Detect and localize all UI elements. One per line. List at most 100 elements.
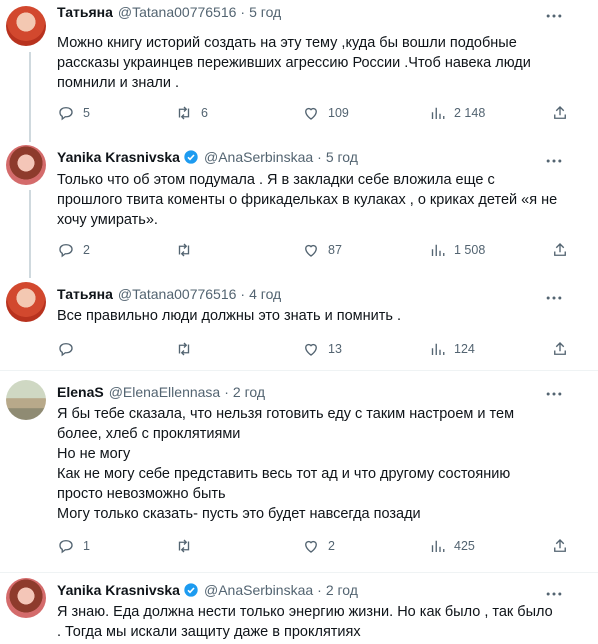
view-count: 425	[454, 539, 475, 553]
view-count: 2 148	[454, 106, 486, 120]
share-icon	[554, 342, 566, 355]
reply-icon	[59, 343, 73, 357]
verified-badge-icon	[184, 583, 198, 597]
author-name[interactable]: Татьяна	[57, 286, 113, 302]
heart-icon	[305, 540, 317, 553]
retweet-button[interactable]	[175, 537, 201, 555]
retweet-count: 6	[201, 106, 208, 120]
author-name[interactable]: Татьяна	[57, 4, 113, 20]
tweet[interactable]: ElenaS @ElenaEllennasa · 2 год Я бы тебе…	[0, 378, 598, 568]
tweet[interactable]: Татьяна @Tatana00776516 · 5 год Можно кн…	[0, 0, 598, 140]
like-button[interactable]: 87	[302, 241, 342, 259]
like-button[interactable]: 2	[302, 537, 335, 555]
share-button[interactable]	[551, 537, 577, 555]
tweet-text-line: Как не могу себе представить весь тот ад…	[57, 466, 511, 482]
tweet-header: Татьяна @Tatana00776516 · 5 год	[57, 4, 281, 20]
tweet-text-line: Но не могу	[57, 446, 131, 462]
views-button[interactable]: 124	[428, 340, 475, 358]
analytics-icon	[431, 107, 445, 119]
like-button[interactable]: 109	[302, 104, 349, 122]
timestamp[interactable]: 4 год	[249, 286, 281, 302]
retweet-icon	[178, 342, 190, 356]
timestamp[interactable]: 2 год	[233, 384, 265, 400]
tweet-actions: 1 2 425	[57, 537, 577, 557]
heart-icon	[305, 107, 317, 120]
verified-badge-icon	[184, 150, 198, 164]
share-icon	[554, 106, 566, 119]
timestamp[interactable]: 2 год	[326, 582, 358, 598]
avatar[interactable]	[6, 145, 46, 185]
reply-count: 1	[83, 539, 90, 553]
share-button[interactable]	[551, 104, 577, 122]
tweet-divider	[0, 572, 598, 573]
tweet-header: Татьяна @Tatana00776516 · 4 год	[57, 286, 281, 302]
avatar[interactable]	[6, 282, 46, 322]
like-count: 87	[328, 243, 342, 257]
more-icon[interactable]	[544, 6, 564, 26]
tweet-header: Yanika Krasnivska @AnaSerbinskaa · 2 год	[57, 582, 358, 598]
tweet-text-line: Все правильно люди должны это знать и по…	[57, 308, 401, 324]
like-button[interactable]: 13	[302, 340, 342, 358]
tweet-text-line: Я знаю. Еда должна нести только энергию …	[57, 604, 553, 620]
analytics-icon	[431, 540, 445, 552]
more-icon[interactable]	[544, 288, 564, 308]
tweet-text-line: Могу только сказать- пусть это будет нав…	[57, 506, 421, 522]
tweet-header: ElenaS @ElenaEllennasa · 2 год	[57, 384, 265, 400]
view-count: 1 508	[454, 243, 486, 257]
heart-icon	[305, 343, 317, 356]
author-handle[interactable]: @AnaSerbinskaa	[204, 149, 313, 165]
separator-dot: ·	[240, 4, 246, 20]
tweet-text-line: прошлого твита коменты о фрикадельках в …	[57, 192, 558, 208]
reply-button[interactable]: 5	[57, 104, 90, 122]
timestamp[interactable]: 5 год	[249, 4, 281, 20]
retweet-icon	[178, 106, 190, 120]
reply-icon	[59, 244, 73, 258]
more-icon[interactable]	[544, 151, 564, 171]
tweet-divider	[0, 370, 598, 371]
retweet-icon	[178, 243, 190, 257]
tweet-text-line: просто невозможно быть	[57, 486, 226, 502]
reply-button[interactable]: 1	[57, 537, 90, 555]
reply-count: 5	[83, 106, 90, 120]
retweet-button[interactable]: 6	[175, 104, 208, 122]
reply-button[interactable]: 2	[57, 241, 90, 259]
author-name[interactable]: Yanika Krasnivska	[57, 149, 180, 165]
tweet-text: Можно книгу историй создать на эту тему …	[57, 33, 577, 93]
more-icon[interactable]	[544, 584, 564, 604]
author-handle[interactable]: @Tatana00776516	[118, 286, 237, 302]
tweet-actions: 5 6 109 2 148	[57, 104, 577, 124]
retweet-icon	[178, 539, 190, 553]
views-button[interactable]: 1 508	[428, 241, 485, 259]
timestamp[interactable]: 5 год	[326, 149, 358, 165]
tweet-actions: 13 124	[57, 340, 577, 360]
avatar[interactable]	[6, 6, 46, 46]
author-name[interactable]: Yanika Krasnivska	[57, 582, 180, 598]
tweet[interactable]: Yanika Krasnivska @AnaSerbinskaa · 5 год…	[0, 145, 598, 275]
author-handle[interactable]: @Tatana00776516	[118, 4, 237, 20]
tweet-text: Я знаю. Еда должна нести только энергию …	[57, 602, 577, 642]
avatar[interactable]	[6, 578, 46, 618]
separator-dot: ·	[317, 582, 322, 598]
share-button[interactable]	[551, 241, 577, 259]
tweet-text-line: Можно книгу историй создать на эту тему …	[57, 35, 517, 51]
reply-button[interactable]	[57, 340, 83, 358]
author-handle[interactable]: @ElenaEllennasa	[109, 384, 221, 400]
tweet-text: Только что об этом подумала . Я в заклад…	[57, 170, 577, 230]
retweet-button[interactable]	[175, 340, 201, 358]
tweet-text-line: . Тогда мы искали защиту даже в прокляти…	[57, 624, 361, 640]
more-icon[interactable]	[544, 384, 564, 404]
tweet[interactable]: Татьяна @Tatana00776516 · 4 год Все прав…	[0, 282, 598, 367]
share-button[interactable]	[551, 340, 577, 358]
author-name[interactable]: ElenaS	[57, 384, 104, 400]
avatar[interactable]	[6, 380, 46, 420]
views-button[interactable]: 425	[428, 537, 475, 555]
author-handle[interactable]: @AnaSerbinskaa	[204, 582, 313, 598]
retweet-button[interactable]	[175, 241, 201, 259]
like-count: 2	[328, 539, 335, 553]
share-icon	[554, 539, 566, 552]
tweet-header: Yanika Krasnivska @AnaSerbinskaa · 5 год	[57, 149, 358, 165]
tweet[interactable]: Yanika Krasnivska @AnaSerbinskaa · 2 год…	[0, 578, 598, 644]
views-button[interactable]: 2 148	[428, 104, 485, 122]
like-count: 109	[328, 106, 349, 120]
tweet-text-line: Только что об этом подумала . Я в заклад…	[57, 172, 495, 188]
